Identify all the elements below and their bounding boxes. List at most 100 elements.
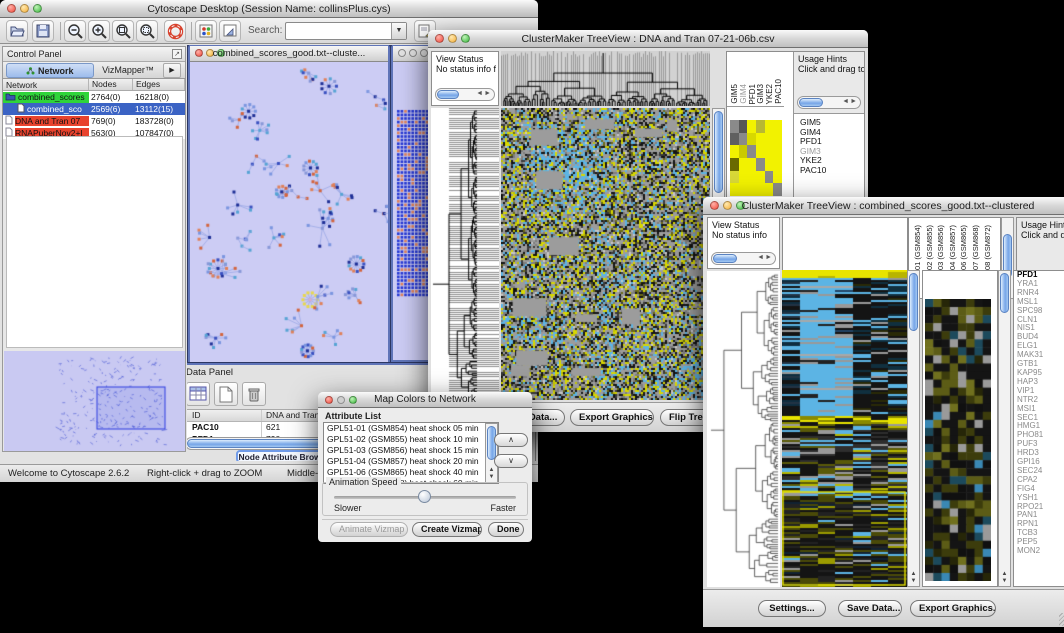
column-label: GIM4 (739, 84, 748, 104)
close-button[interactable] (398, 49, 406, 57)
attribute-list[interactable]: GPL51-01 (GSM854) heat shock 05 minGPL51… (323, 422, 499, 484)
main-titlebar[interactable]: Cytoscape Desktop (Session Name: collins… (0, 0, 538, 18)
tv2-zoom-heatmap[interactable] (925, 299, 991, 581)
folder-icon (5, 92, 16, 103)
tv2-gene-list: PFD1YRA1RNR4MSL1SPC98CLN1NIS1BUD4ELG1MAK… (1013, 270, 1064, 587)
status-welcome: Welcome to Cytoscape 2.6.2 (8, 468, 129, 479)
dialog-titlebar[interactable]: Map Colors to Network (318, 392, 532, 408)
attribute-list-item[interactable]: GPL51-04 (GSM857) heat shock 20 min (324, 456, 498, 467)
gene-label[interactable]: MON2 (1014, 547, 1064, 556)
gene-label[interactable]: PAC10 (797, 166, 826, 176)
zoom-selected-icon[interactable] (136, 20, 158, 42)
tv1-column-dendrogram[interactable] (501, 51, 710, 106)
tv1-usage-hscrollbar[interactable]: ◄► (797, 96, 861, 109)
settings-button[interactable]: Settings... (758, 600, 826, 617)
zoom-fit-icon[interactable] (112, 20, 134, 42)
tv1-view-status-panel: View Status No status info f ◄► (431, 51, 499, 106)
trash-icon[interactable] (242, 382, 266, 406)
tab-vizmapper[interactable]: VizMapper™ (97, 63, 159, 78)
column-label: GIM5 (730, 84, 739, 104)
export-graphics-button[interactable]: Export Graphics... (910, 600, 996, 617)
new-page-icon[interactable] (214, 382, 238, 406)
control-panel-header: Control Panel (3, 47, 185, 62)
attribute-list-scrollbar[interactable]: ▲▼ (485, 423, 498, 483)
control-panel-tabs: Network VizMapper™ ▶ (3, 62, 185, 79)
network-frame-title: combined_scores_good.txt--cluste... (190, 48, 388, 59)
network-table: Network Nodes Edges combined_scores 2764… (3, 79, 185, 139)
map-colors-dialog: Map Colors to Network Attribute List GPL… (318, 392, 532, 542)
tv1-global-matrix[interactable] (730, 120, 782, 196)
tv2-zoom-panel (922, 270, 998, 587)
node-attribute-browser-tab[interactable]: Node Attribute Brows (236, 450, 328, 461)
done-button[interactable]: Done (488, 522, 524, 537)
tv2-row-dendrogram[interactable] (707, 271, 780, 587)
faster-label: Faster (490, 503, 516, 513)
export-graphics-button[interactable]: Export Graphics... (570, 409, 654, 426)
tv2-titlebar[interactable]: ClusterMaker TreeView : combined_scores_… (703, 197, 1064, 215)
network-row-dna-tran[interactable]: DNA and Tran 07 769(0) 183728(0) (3, 115, 185, 127)
network-row-combined-sco-selected[interactable]: combined_sco 2569(6) 13112(15) (3, 103, 185, 115)
dialog-title: Map Colors to Network (318, 394, 532, 405)
network-view-icon[interactable] (219, 20, 241, 42)
tab-network[interactable]: Network (6, 63, 94, 78)
desktop: Cytoscape Desktop (Session Name: collins… (0, 0, 1064, 633)
save-data-button[interactable]: Save Data... (838, 600, 902, 617)
tv1-column-labels: GIM5GIM4PFD1GIM3YKE2PAC10 (727, 52, 784, 107)
zoom-out-icon[interactable] (64, 20, 86, 42)
file-icon (5, 115, 13, 127)
tv2-view-status-panel: View Status No status info ◄► (707, 217, 780, 269)
undock-icon[interactable]: ↗ (172, 49, 182, 59)
tv2-heatmap-scrollbar[interactable]: ▲▼ (907, 270, 920, 587)
attribute-list-label: Attribute List (325, 411, 381, 421)
table-icon[interactable] (187, 382, 210, 406)
column-label: YKE2 (765, 84, 774, 104)
open-icon[interactable] (6, 20, 28, 42)
animate-vizmap-button[interactable]: Animate Vizmap (330, 522, 408, 537)
network-list-empty-area (6, 136, 183, 348)
zoom-button[interactable] (420, 49, 428, 57)
status-zoom-hint: Right-click + drag to ZOOM (147, 468, 262, 479)
help-ring-icon[interactable] (164, 20, 186, 42)
resize-grip[interactable] (1059, 613, 1064, 626)
network-frame-titlebar[interactable]: combined_scores_good.txt--cluste... (190, 46, 388, 62)
save-icon[interactable] (32, 20, 54, 42)
attribute-list-item[interactable]: GPL51-01 (GSM854) heat shock 05 min (324, 423, 498, 434)
tv1-titlebar[interactable]: ClusterMaker TreeView : DNA and Tran 07-… (428, 30, 868, 48)
treeview-combined-window: ClusterMaker TreeView : combined_scores_… (703, 197, 1064, 627)
search-label: Search: (248, 25, 282, 36)
network-canvas[interactable] (190, 62, 388, 362)
zoom-in-icon[interactable] (88, 20, 110, 42)
search-dropdown-icon[interactable]: ▼ (391, 23, 406, 39)
slower-label: Slower (334, 503, 362, 513)
attribute-list-item[interactable]: GPL51-03 (GSM856) heat shock 15 min (324, 445, 498, 456)
column-label: PAC10 (774, 79, 783, 104)
tv1-heatmap[interactable] (501, 108, 710, 400)
tv1-status-hscrollbar[interactable]: ◄► (435, 88, 495, 101)
tab-overflow-button[interactable]: ▶ (163, 63, 181, 78)
file-icon (17, 103, 25, 115)
animation-speed-label: Animation Speed (326, 477, 401, 487)
birdseye-view[interactable] (4, 351, 185, 451)
tv1-row-dendrogram[interactable] (431, 108, 499, 400)
tv2-status-hscrollbar[interactable]: ◄► (711, 252, 776, 265)
network-row-combined-scores[interactable]: combined_scores 2764(0) 16218(0) (3, 91, 185, 103)
tv2-bottombar: Settings... Save Data... Export Graphics… (703, 589, 1064, 627)
move-down-button[interactable]: ∨ (494, 454, 528, 468)
slider-thumb[interactable] (418, 490, 431, 503)
main-window-title: Cytoscape Desktop (Session Name: collins… (0, 3, 538, 15)
plugins-icon[interactable] (195, 20, 217, 42)
tv1-usage-hints-panel: Usage Hints Click and drag to ◄► (794, 52, 865, 114)
tv1-title: ClusterMaker TreeView : DNA and Tran 07-… (428, 33, 868, 45)
create-vizmap-button[interactable]: Create Vizmap (412, 522, 482, 537)
search-input[interactable]: ▼ (285, 22, 407, 40)
network-view-frame[interactable]: combined_scores_good.txt--cluste... (188, 45, 390, 362)
attribute-list-item[interactable]: GPL51-02 (GSM855) heat shock 10 min (324, 434, 498, 445)
network-table-header: Network Nodes Edges (3, 79, 185, 91)
move-up-button[interactable]: ∧ (494, 433, 528, 447)
control-panel: Control Panel ↗ Network VizMapper™ ▶ Net… (2, 46, 186, 452)
minimize-button[interactable] (409, 49, 417, 57)
tv1-gene-list: GIM5GIM4PFD1GIM3YKE2PAC10 (797, 118, 826, 175)
tv2-title: ClusterMaker TreeView : combined_scores_… (703, 200, 1064, 212)
tv2-zoom-scrollbar[interactable]: ▲▼ (998, 270, 1011, 587)
tv2-heatmap[interactable] (782, 270, 907, 587)
